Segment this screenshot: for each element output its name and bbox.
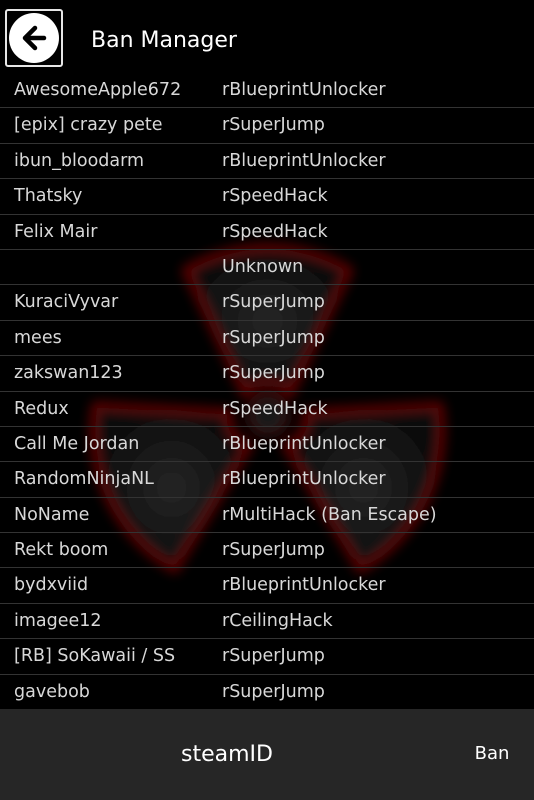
ban-list-row[interactable]: bydxviid rBlueprintUnlocker — [0, 568, 534, 604]
footer-bar: Ban — [0, 709, 534, 800]
ban-list[interactable]: AwesomeApple672 rBlueprintUnlocker [epix] … — [0, 73, 534, 711]
player-name: [RB] SoKawaii / SS — [14, 646, 176, 667]
player-name: gavebob — [14, 681, 90, 702]
player-name: zakswan123 — [14, 363, 123, 384]
ban-list-row[interactable]: imagee12 rCeilingHack — [0, 604, 534, 640]
ban-reason: rCeilingHack — [222, 610, 333, 631]
ban-list-row[interactable]: Redux rSpeedHack — [0, 392, 534, 427]
page-title: Ban Manager — [91, 28, 237, 53]
arrow-left-icon — [9, 13, 59, 63]
ban-list-row[interactable]: gavebob rSuperJump — [0, 675, 534, 711]
player-name: bydxviid — [14, 575, 89, 596]
ban-reason: rSuperJump — [222, 115, 325, 136]
player-name: ibun_bloodarm — [14, 150, 145, 171]
ban-reason: rBlueprintUnlocker — [222, 80, 386, 100]
ban-list-row[interactable]: zakswan123 rSuperJump — [0, 356, 534, 392]
player-name: KuraciVyvar — [14, 292, 119, 313]
ban-reason: rBlueprintUnlocker — [222, 575, 386, 596]
ban-list-row[interactable]: Felix Mair rSpeedHack — [0, 215, 534, 250]
ban-list-row[interactable]: [epix] crazy pete rSuperJump — [0, 108, 534, 144]
ban-list-row[interactable]: AwesomeApple672 rBlueprintUnlocker — [0, 73, 534, 109]
ban-reason: rBlueprintUnlocker — [222, 469, 386, 490]
ban-list-row[interactable]: NoName rMultiHack (Ban Escape) — [0, 498, 534, 534]
player-name: [epix] crazy pete — [14, 115, 163, 136]
steamid-input[interactable] — [20, 729, 434, 779]
ban-reason: rSpeedHack — [222, 221, 328, 242]
ban-list-row[interactable]: mees rSuperJump — [0, 321, 534, 357]
ban-list-row[interactable]: [RB] SoKawaii / SS rSuperJump — [0, 639, 534, 675]
player-name: Felix Mair — [14, 221, 98, 242]
player-name: NoName — [14, 504, 90, 525]
ban-reason: rBlueprintUnlocker — [222, 433, 386, 454]
ban-reason: rSuperJump — [222, 646, 325, 667]
player-name: imagee12 — [14, 610, 102, 631]
ban-list-row[interactable]: Thatsky rSpeedHack — [0, 179, 534, 215]
app-header: Ban Manager — [0, 0, 534, 80]
ban-reason: rSpeedHack — [222, 186, 328, 207]
ban-button[interactable]: Ban — [460, 733, 524, 773]
ban-list-row[interactable]: ibun_bloodarm rBlueprintUnlocker — [0, 144, 534, 180]
player-name: Redux — [14, 398, 69, 419]
ban-reason: rSuperJump — [222, 540, 325, 561]
ban-reason: rSuperJump — [222, 681, 325, 702]
player-name: AwesomeApple672 — [14, 80, 182, 100]
ban-list-row[interactable]: Rekt boom rSuperJump — [0, 533, 534, 569]
ban-reason: rMultiHack (Ban Escape) — [222, 504, 437, 525]
ban-list-row[interactable]: KuraciVyvar rSuperJump — [0, 285, 534, 321]
player-name: mees — [14, 327, 62, 348]
player-name: Thatsky — [14, 186, 83, 207]
ban-list-row[interactable]: Call Me Jordan rBlueprintUnlocker — [0, 427, 534, 463]
player-name: Call Me Jordan — [14, 433, 140, 454]
ban-reason: rSuperJump — [222, 292, 325, 313]
player-name: RandomNinjaNL — [14, 469, 154, 490]
ban-list-row[interactable]: RandomNinjaNL rBlueprintUnlocker — [0, 462, 534, 498]
player-name: Rekt boom — [14, 540, 109, 561]
ban-reason: rBlueprintUnlocker — [222, 150, 386, 171]
back-button[interactable] — [5, 9, 63, 67]
ban-list-row[interactable]: Unknown — [0, 250, 534, 286]
ban-reason: rSpeedHack — [222, 398, 328, 419]
ban-reason: rSuperJump — [222, 327, 325, 348]
ban-reason: Unknown — [222, 256, 304, 277]
ban-reason: rSuperJump — [222, 363, 325, 384]
